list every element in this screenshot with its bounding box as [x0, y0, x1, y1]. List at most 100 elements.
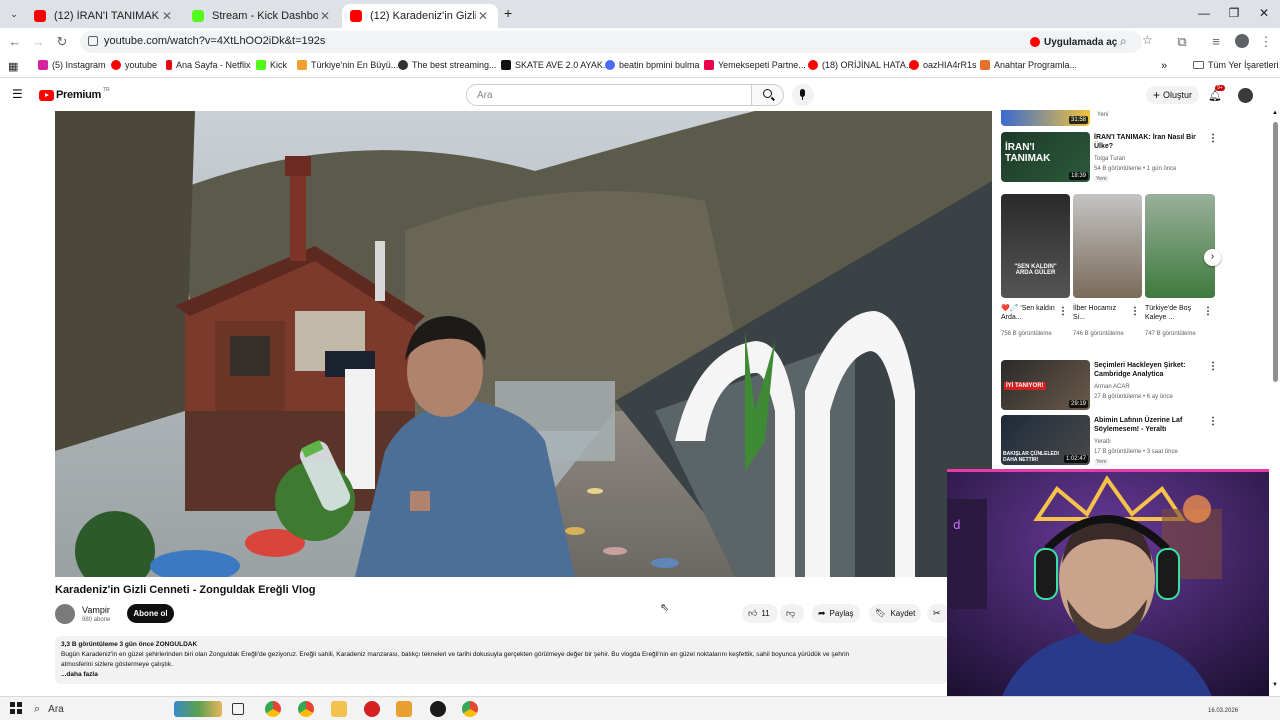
youtube-icon: [808, 60, 818, 70]
url-text[interactable]: youtube.com/watch?v=4XtLhOO2iDk&t=192s: [104, 35, 325, 47]
video-player[interactable]: [55, 111, 992, 577]
more-bookmarks-icon[interactable]: »: [1161, 60, 1167, 72]
video-description[interactable]: 3,3 B görüntüleme 3 gün önce ZONGULDAK B…: [55, 636, 948, 684]
show-more-link[interactable]: ...daha fazla: [61, 670, 942, 680]
recorder-icon[interactable]: [364, 701, 380, 717]
all-bookmarks[interactable]: Tüm Yer İşaretleri: [1193, 60, 1279, 70]
back-icon[interactable]: ←: [7, 34, 23, 49]
app-icon[interactable]: [396, 701, 412, 717]
chrome-icon[interactable]: [265, 701, 281, 717]
netflix-icon: [166, 60, 172, 70]
obs-icon[interactable]: [430, 701, 446, 717]
bookmark-label: Kick: [270, 60, 288, 70]
channel-name[interactable]: Yeraltı: [1094, 438, 1111, 446]
video-title[interactable]: Seçimleri Hackleyen Şirket: Cambridge An…: [1094, 361, 1204, 379]
scroll-down-arrow[interactable]: ▼: [1272, 682, 1278, 688]
zoom-icon[interactable]: ⌕: [1120, 34, 1127, 49]
video-title[interactable]: İRAN'I TANIMAK: İran Nasıl Bir Ülke?: [1094, 133, 1204, 151]
media-control-icon[interactable]: ≡: [1208, 34, 1224, 49]
restore-icon[interactable]: ❐: [1224, 6, 1244, 20]
channel-name[interactable]: Vampir: [82, 605, 110, 615]
more-actions-icon[interactable]: ⋮: [1203, 306, 1213, 317]
clip-button[interactable]: ✂: [927, 604, 949, 623]
tab-iran[interactable]: (12) İRAN'I TANIMAK: İran Nasıl ✕: [26, 4, 182, 28]
search-button[interactable]: [752, 84, 784, 106]
taskbar-search[interactable]: ⌕ Ara: [34, 700, 224, 718]
reload-icon[interactable]: ↻: [54, 34, 70, 50]
omnibox[interactable]: youtube.com/watch?v=4XtLhOO2iDk&t=192s U…: [80, 31, 1153, 53]
scrollbar-thumb[interactable]: [1273, 122, 1278, 382]
tab-kick-dashboard[interactable]: Stream - Kick Dashboard ✕: [184, 4, 340, 28]
open-in-app-button[interactable]: Uygulamada aç: [1030, 34, 1117, 50]
subscribe-button[interactable]: Abone ol: [127, 604, 174, 623]
bookmark-turkiye[interactable]: Türkiye'nin En Büyü...: [297, 60, 398, 70]
bookmark-instagram[interactable]: (5) Instagram: [38, 60, 106, 70]
video-thumbnail[interactable]: İYİ TANIYOR! 29:19: [1001, 360, 1090, 410]
task-view-icon[interactable]: [232, 703, 244, 715]
file-explorer-icon[interactable]: [331, 701, 347, 717]
taskbar-date[interactable]: 16.03.2026: [1208, 708, 1238, 714]
video-thumbnail[interactable]: İRAN'I TANIMAK 18:39: [1001, 132, 1090, 182]
channel-name[interactable]: Tolga Turan: [1094, 155, 1125, 163]
short-thumbnail[interactable]: "SEN KALDIN" ARDA GÜLER: [1001, 194, 1070, 298]
bookmark-oaz[interactable]: oazHIA4rR1s: [909, 60, 977, 70]
windows-start-icon[interactable]: [10, 702, 22, 714]
apps-grid-icon[interactable]: ▦: [8, 60, 18, 73]
notifications-button[interactable]: 🔔︎ 9+: [1208, 85, 1225, 102]
bookmark-yemeksepeti[interactable]: Yemeksepeti Partne...: [704, 60, 806, 70]
bookmark-anahtar[interactable]: Anahtar Programla...: [980, 60, 1077, 70]
new-tab-button[interactable]: +: [504, 5, 512, 21]
bookmark-streaming[interactable]: The best streaming...: [398, 60, 497, 70]
youtube-premium-text: Premium: [56, 89, 101, 101]
user-avatar[interactable]: [1238, 88, 1253, 103]
minimize-icon[interactable]: —: [1194, 6, 1214, 20]
youtube-logo[interactable]: Premium TR: [39, 87, 110, 101]
short-title[interactable]: İlber Hocamız Si...: [1073, 304, 1129, 322]
short-title[interactable]: Türkiye'de Boş Kaleye ...: [1145, 304, 1201, 322]
scroll-up-arrow[interactable]: ▲: [1272, 110, 1278, 116]
site-info-icon[interactable]: [88, 36, 98, 46]
bookmark-skate[interactable]: SKATE AVE 2.0 AYAK...: [501, 60, 610, 70]
next-arrow-button[interactable]: ›: [1204, 249, 1221, 266]
page-scrollbar[interactable]: ▲ ▼: [1272, 110, 1278, 690]
channel-name[interactable]: Arman ACAR: [1094, 383, 1130, 391]
dislike-button[interactable]: 👎︎: [780, 604, 804, 623]
close-icon[interactable]: ✕: [318, 9, 332, 23]
create-button[interactable]: + Oluştur: [1146, 86, 1200, 104]
tab-karadeniz[interactable]: (12) Karadeniz'in Gizli Cenneti ✕: [342, 4, 498, 28]
voice-search-button[interactable]: [792, 84, 814, 106]
extensions-icon[interactable]: ⧉: [1174, 34, 1190, 50]
chrome-icon[interactable]: [298, 701, 314, 717]
close-icon[interactable]: ✕: [476, 9, 490, 23]
bookmark-kick[interactable]: Kick: [256, 60, 287, 70]
short-thumbnail[interactable]: [1145, 194, 1215, 298]
tab-search-icon[interactable]: ⌄: [6, 6, 22, 22]
video-thumbnail[interactable]: 31:58: [1001, 110, 1090, 126]
close-window-icon[interactable]: ✕: [1254, 6, 1274, 20]
more-actions-icon[interactable]: ⋮: [1208, 416, 1218, 427]
forward-icon[interactable]: →: [30, 34, 46, 49]
bookmark-star-icon[interactable]: ☆: [1142, 33, 1153, 47]
channel-avatar[interactable]: [55, 604, 75, 624]
save-button[interactable]: 🔖︎ Kaydet: [869, 604, 922, 623]
bookmark-bpm[interactable]: beatin bpmini bulma: [605, 60, 700, 70]
hamburger-menu-icon[interactable]: ☰: [12, 88, 24, 100]
more-actions-icon[interactable]: ⋮: [1208, 133, 1218, 144]
chrome-icon[interactable]: [462, 701, 478, 717]
bookmark-youtube[interactable]: youtube: [111, 60, 157, 70]
bookmark-orijinal[interactable]: (18) ORİJİNAL HATA...: [808, 60, 913, 70]
video-title[interactable]: Abimin Lafının Üzerine Laf Söylemesem! -…: [1094, 416, 1204, 434]
menu-kebab-icon[interactable]: ⋮: [1258, 34, 1274, 50]
search-input[interactable]: Ara: [466, 84, 752, 106]
close-icon[interactable]: ✕: [160, 9, 174, 23]
more-actions-icon[interactable]: ⋮: [1208, 361, 1218, 372]
more-actions-icon[interactable]: ⋮: [1058, 306, 1068, 317]
video-thumbnail[interactable]: BAKIŞLAR ÇÜNLELEDI DAHA NETTIR! 1:02:47: [1001, 415, 1090, 465]
more-actions-icon[interactable]: ⋮: [1130, 306, 1140, 317]
short-thumbnail[interactable]: [1073, 194, 1142, 298]
short-title[interactable]: ❤️🧷 'Sen kaldın Arda...: [1001, 304, 1057, 322]
share-button[interactable]: ➦ Paylaş: [812, 604, 860, 623]
profile-avatar[interactable]: [1235, 34, 1249, 48]
bookmark-netflix[interactable]: Ana Sayfa - Netflix: [166, 60, 251, 70]
like-button[interactable]: 👍︎ 11: [742, 604, 778, 623]
